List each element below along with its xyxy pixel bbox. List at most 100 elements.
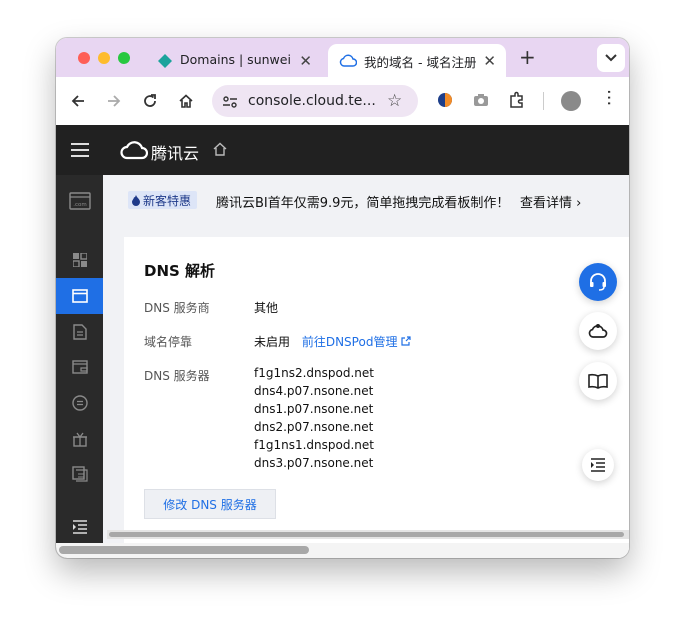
sidebar-item-documents[interactable] xyxy=(56,314,103,350)
home-button[interactable] xyxy=(174,89,198,113)
toolbar-divider xyxy=(543,92,544,110)
dnspod-manage-label: 前往DNSPod管理 xyxy=(301,335,398,349)
modify-dns-button[interactable]: 修改 DNS 服务器 xyxy=(144,489,276,519)
dns-card: DNS 解析 DNS 服务商 其他 域名停靠 未启用 前往DNSPod管理 DN… xyxy=(124,237,629,558)
sidebar-item-domains[interactable]: .com xyxy=(56,183,103,219)
more-menu-icon[interactable]: ··· xyxy=(598,89,619,106)
svg-text:.com: .com xyxy=(73,202,87,208)
flame-icon xyxy=(132,194,140,206)
scrollbar-thumb[interactable] xyxy=(109,532,624,537)
dotcom-icon: .com xyxy=(68,192,91,210)
scrollbar-thumb[interactable] xyxy=(59,546,309,554)
dnspod-manage-link[interactable]: 前往DNSPod管理 xyxy=(302,335,411,349)
tab-title: 我的域名 - 域名注册 xyxy=(364,55,476,70)
close-window-button[interactable] xyxy=(78,52,90,64)
cloud-icon xyxy=(339,54,358,70)
back-arrow-icon xyxy=(71,95,84,107)
sidebar-collapse-button[interactable] xyxy=(56,509,103,545)
sidebar-item-my-domains[interactable] xyxy=(56,278,103,314)
extensions-puzzle-icon[interactable] xyxy=(508,91,526,113)
card-title: DNS 解析 xyxy=(144,262,216,280)
address-bar[interactable]: console.cloud.te... ☆ xyxy=(212,85,418,117)
sidebar-item-offers[interactable] xyxy=(56,421,103,457)
close-tab-icon[interactable]: ✕ xyxy=(483,52,496,70)
grid-icon xyxy=(72,253,87,267)
sidebar-item-overview[interactable] xyxy=(56,242,103,278)
copy-icon xyxy=(71,466,88,482)
brand-name[interactable]: 腾讯云 xyxy=(151,140,199,164)
doc-icon xyxy=(72,324,87,340)
gift-icon xyxy=(72,432,87,447)
dns-provider-value: 其他 xyxy=(254,301,279,315)
dns-server-item: f1g1ns1.dnspod.net xyxy=(254,438,374,452)
cloud-user-icon xyxy=(588,324,608,338)
avatar[interactable] xyxy=(561,91,581,111)
promo-details-link[interactable]: 查看详情 › xyxy=(520,192,581,211)
menu-indent-icon xyxy=(591,458,605,472)
back-button[interactable] xyxy=(66,89,90,113)
coin-icon xyxy=(71,395,88,411)
shortcut-menu-button[interactable] xyxy=(582,449,614,481)
chevron-right-icon: › xyxy=(576,196,582,211)
hamburger-menu-icon[interactable] xyxy=(70,142,90,162)
reload-icon xyxy=(144,94,156,107)
console-home-icon[interactable] xyxy=(212,141,228,161)
forward-button[interactable] xyxy=(102,89,126,113)
bookmark-star-icon[interactable]: ☆ xyxy=(387,91,402,111)
external-link-icon xyxy=(401,336,411,346)
support-button[interactable] xyxy=(579,263,617,301)
cloud-assistant-button[interactable] xyxy=(579,312,617,350)
chevron-down-icon xyxy=(605,54,617,62)
promo-text: 腾讯云BI首年仅需9.9元，简单拖拽完成看板制作！ xyxy=(216,196,510,211)
book-icon xyxy=(588,373,608,389)
dns-server-item: dns2.p07.nsone.net xyxy=(254,420,374,434)
camera-icon[interactable] xyxy=(473,92,489,111)
forward-arrow-icon xyxy=(108,95,121,107)
content-horizontal-scrollbar[interactable] xyxy=(107,530,629,539)
sidebar-item-transfer[interactable] xyxy=(56,385,103,421)
browser-window-icon xyxy=(71,289,88,303)
site-settings-icon[interactable] xyxy=(222,94,238,113)
zoom-window-button[interactable] xyxy=(118,52,130,64)
home-icon xyxy=(179,94,193,108)
parking-label: 域名停靠 xyxy=(144,335,193,349)
main-content: 新客特惠 腾讯云BI首年仅需9.9元，简单拖拽完成看板制作！ 查看详情 › DN… xyxy=(103,175,629,558)
close-tab-icon[interactable]: ✕ xyxy=(299,52,312,70)
promo-banner: 新客特惠 腾讯云BI首年仅需9.9元，简单拖拽完成看板制作！ 查看详情 › xyxy=(103,175,629,225)
console-top-nav: 腾讯云 xyxy=(56,125,629,175)
page-horizontal-scrollbar[interactable] xyxy=(56,543,629,558)
dns-servers-list: f1g1ns2.dnspod.net dns4.p07.nsone.net dn… xyxy=(254,364,374,472)
page-viewport: 腾讯云 .com 新客特惠 腾讯云BI首年仅需9.9元，简单拖拽完成看板制作！ … xyxy=(56,125,629,558)
dns-server-item: dns4.p07.nsone.net xyxy=(254,384,374,398)
sidebar-item-billing[interactable] xyxy=(56,349,103,385)
extension-half-circle-icon[interactable] xyxy=(437,92,453,112)
docs-button[interactable] xyxy=(579,362,617,400)
promo-details-label: 查看详情 xyxy=(520,196,573,211)
dns-provider-label: DNS 服务商 xyxy=(144,301,210,315)
tencent-cloud-logo-icon[interactable] xyxy=(120,140,149,164)
dns-server-item: f1g1ns2.dnspod.net xyxy=(254,366,374,380)
sidebar-item-templates[interactable] xyxy=(56,456,103,492)
tab-title: Domains | sunwei | N xyxy=(180,52,290,67)
tab-bar: Domains | sunwei | N ✕ 我的域名 - 域名注册 ✕ + xyxy=(56,38,629,77)
new-tab-button[interactable]: + xyxy=(519,45,536,69)
dns-server-item: dns3.p07.nsone.net xyxy=(254,456,374,470)
dns-server-item: dns1.p07.nsone.net xyxy=(254,402,374,416)
wallet-icon xyxy=(71,360,88,374)
tab-domains[interactable]: Domains | sunwei | N ✕ xyxy=(148,44,322,77)
dns-servers-label: DNS 服务器 xyxy=(144,369,210,383)
url-text: console.cloud.te... xyxy=(248,93,376,109)
browser-window: Domains | sunwei | N ✕ 我的域名 - 域名注册 ✕ + xyxy=(56,38,629,558)
tab-search-button[interactable] xyxy=(597,44,625,72)
promo-badge-text: 新客特惠 xyxy=(143,193,192,208)
console-sidebar: .com xyxy=(56,175,103,558)
minimize-window-button[interactable] xyxy=(98,52,110,64)
parking-value: 未启用 前往DNSPod管理 xyxy=(254,333,411,350)
collapse-icon xyxy=(72,520,87,534)
reload-button[interactable] xyxy=(138,89,162,113)
headset-icon xyxy=(590,273,606,291)
parking-status: 未启用 xyxy=(254,335,291,349)
tab-my-domains[interactable]: 我的域名 - 域名注册 ✕ xyxy=(328,44,506,77)
promo-badge: 新客特惠 xyxy=(128,191,198,209)
diamond-icon xyxy=(158,54,172,71)
